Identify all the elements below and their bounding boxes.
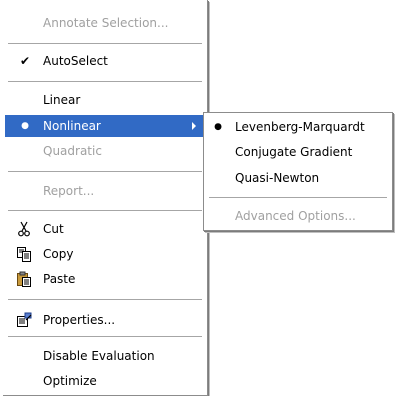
menu-item-label: Levenberg-Marquardt (235, 120, 365, 134)
properties-icon (16, 312, 32, 328)
menu-separator (8, 336, 202, 337)
submenu-item-advanced-options: Advanced Options... (206, 205, 390, 227)
menu-item-annotate-selection: Annotate Selection... (5, 12, 205, 34)
menu-item-cut[interactable]: Cut (5, 218, 205, 240)
menu-separator (8, 81, 202, 82)
menu-item-disable-evaluation[interactable]: Disable Evaluation (5, 345, 205, 367)
menu-item-label: Nonlinear (43, 119, 101, 133)
submenu-arrow-icon (192, 122, 196, 130)
menu-separator (8, 210, 202, 211)
menu-item-report: Report... (5, 180, 205, 202)
menu-item-autoselect[interactable]: ✔ AutoSelect (5, 50, 205, 72)
menu-item-copy[interactable]: Copy (5, 243, 205, 265)
menu-item-label: Disable Evaluation (43, 349, 155, 363)
menu-item-label: Cut (43, 222, 64, 236)
paste-icon (16, 271, 32, 287)
menu-item-optimize[interactable]: Optimize (5, 370, 205, 392)
menu-item-quadratic: Quadratic (5, 140, 205, 162)
radio-bullet-icon: ● (214, 122, 222, 132)
submenu-item-levenberg-marquardt[interactable]: ● Levenberg-Marquardt (206, 116, 390, 138)
menu-item-label: Report... (43, 184, 95, 198)
checkmark-icon: ✔ (19, 54, 31, 68)
menu-separator (8, 299, 202, 300)
menu-item-properties[interactable]: Properties... (5, 309, 205, 331)
menu-item-label: Optimize (43, 374, 97, 388)
menu-item-label: Linear (43, 93, 81, 107)
menu-item-label: Annotate Selection... (43, 16, 169, 30)
submenu-item-quasi-newton[interactable]: Quasi-Newton (206, 167, 390, 189)
menu-item-label: AutoSelect (43, 54, 108, 68)
scissors-icon (16, 221, 32, 237)
submenu-item-conjugate-gradient[interactable]: Conjugate Gradient (206, 141, 390, 163)
menu-item-nonlinear[interactable]: ● Nonlinear (5, 115, 205, 137)
menu-item-label: Quadratic (43, 144, 102, 158)
menu-separator (8, 171, 202, 172)
menu-item-label: Properties... (43, 313, 116, 327)
menu-item-label: Quasi-Newton (235, 171, 320, 185)
menu-item-paste[interactable]: Paste (5, 268, 205, 290)
menu-separator (8, 43, 202, 44)
context-menu: Annotate Selection... ✔ AutoSelect Linea… (3, 0, 208, 396)
nonlinear-submenu: ● Levenberg-Marquardt Conjugate Gradient… (203, 112, 393, 231)
menu-item-linear[interactable]: Linear (5, 89, 205, 111)
menu-item-label: Advanced Options... (235, 209, 356, 223)
menu-item-label: Copy (43, 247, 74, 261)
menu-item-label: Paste (43, 272, 76, 286)
menu-separator (209, 197, 387, 198)
menu-item-label: Conjugate Gradient (235, 145, 353, 159)
radio-bullet-icon: ● (21, 121, 29, 131)
copy-icon (16, 246, 32, 262)
